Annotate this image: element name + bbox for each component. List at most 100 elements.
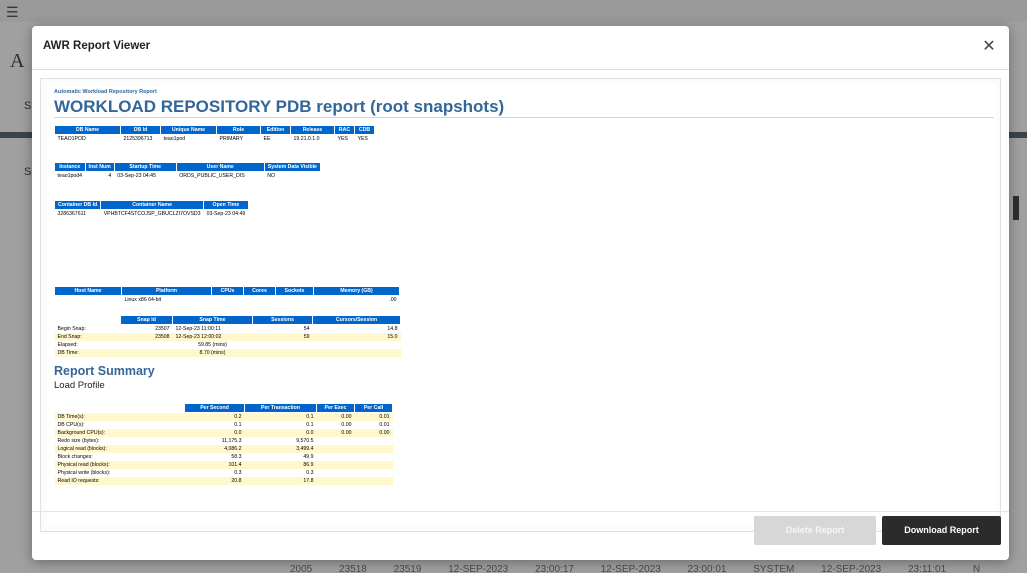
dialog-header-divider <box>32 69 1009 70</box>
column-header <box>54 403 185 413</box>
column-header: Memory (GB) <box>313 286 400 296</box>
table-row: Redo size (bytes): 11,175.3 9,570.5 <box>55 437 393 445</box>
table-cell: 0.2 <box>184 412 245 421</box>
table-cell: 0.1 <box>306 422 314 428</box>
table-row: Begin Snap: 23507 12-Sep-23 11:00:11 54 … <box>55 325 401 334</box>
table-row: DB Time: 8.70 (mins) <box>54 349 401 357</box>
table-cell: TEAO1POD <box>57 136 86 142</box>
table-cell <box>121 341 173 349</box>
table-cell: End Snap: <box>54 333 121 341</box>
table-cell: 0.00 <box>316 412 355 421</box>
column-header <box>54 315 121 325</box>
table-cell: DB CPU(s): <box>57 422 85 428</box>
column-header: Instance <box>54 162 86 172</box>
table-cell: 4,086.2 <box>184 445 245 453</box>
column-header: Per Transaction <box>244 403 317 413</box>
table-cell <box>55 296 122 305</box>
table-cell: Physical write (blocks): <box>57 470 111 476</box>
table-cell: 03-Sep-23 04:49 <box>206 211 246 217</box>
dialog-title: AWR Report Viewer <box>43 40 151 52</box>
table-cell: teao1pod <box>163 136 186 142</box>
table-row: Read IO requests: 20.8 17.8 <box>54 477 393 485</box>
table-row: Elapsed: 59.85 (mins) <box>55 341 401 349</box>
table-cell: 3,499.4 <box>244 445 317 453</box>
load-profile-heading: Load Profile <box>54 380 105 391</box>
table-cell: 9,570.5 <box>296 438 314 444</box>
column-header: System Data Visible <box>263 162 321 172</box>
delete-report-button[interactable]: Delete Report <box>754 516 876 545</box>
table-cell: 23508 <box>120 333 173 341</box>
table-row: Physical write (blocks): 0.3 0.3 <box>55 469 393 477</box>
db-info-table: DB Name DB Id Unique Name Role Edition R… <box>54 125 375 143</box>
table-cell: 14.8 <box>387 326 398 332</box>
table-cell: 101.4 <box>184 461 245 469</box>
table-cell: YES <box>357 136 368 142</box>
column-header: Startup Time <box>113 162 177 172</box>
column-header: Sockets <box>275 286 314 296</box>
column-header: Cores <box>243 286 276 296</box>
table-cell: 20.8 <box>184 477 245 485</box>
column-header: Platform <box>121 286 212 296</box>
column-header: Sessions <box>252 315 313 325</box>
table-cell: Redo size (bytes): <box>57 438 100 444</box>
column-header: Per Exec <box>316 403 355 413</box>
column-header: Release <box>290 125 335 135</box>
column-header: CPUs <box>211 286 244 296</box>
table-row: DB Time(s): 0.2 0.1 0.00 0.01 <box>54 412 393 421</box>
column-header: DB Name <box>54 125 121 135</box>
table-cell <box>316 477 355 485</box>
table-cell: 3286367611 <box>57 211 86 217</box>
container-table: Container DB Id Container Name Open Time… <box>53 200 249 218</box>
column-header: Container Name <box>100 200 205 210</box>
column-header: Per Call <box>354 403 393 413</box>
table-cell: 59.85 (mins) <box>198 342 227 348</box>
table-cell: 0.0 <box>184 429 245 437</box>
column-header: Per Second <box>184 403 245 413</box>
column-header: Edition <box>260 125 291 135</box>
table-cell <box>120 349 173 357</box>
column-header: Open Time <box>203 200 249 210</box>
column-header: RAC <box>334 125 355 135</box>
table-cell <box>312 349 401 357</box>
table-cell <box>355 437 393 445</box>
table-row: Block changes: 58.3 49.9 <box>55 453 393 461</box>
table-cell: DB Time: <box>54 349 121 357</box>
table-cell <box>317 453 355 461</box>
table-cell: Physical read (blocks): <box>54 461 185 469</box>
close-icon[interactable]: ✕ <box>979 37 999 57</box>
download-report-button[interactable]: Download Report <box>882 516 1001 545</box>
table-cell: 0.1 <box>234 422 242 428</box>
dialog-footer-divider <box>32 511 1009 512</box>
table-cell <box>212 296 244 305</box>
report-document: Automatic Workload Repository Report WOR… <box>46 83 996 527</box>
table-cell: .00 <box>389 297 397 303</box>
table-cell: Begin Snap: <box>57 326 86 332</box>
table-cell <box>355 469 393 477</box>
column-header: Container DB Id <box>53 200 102 210</box>
awr-report-dialog: AWR Report Viewer ✕ Automatic Workload R… <box>32 26 1009 560</box>
table-cell: 11,175.3 <box>221 438 242 444</box>
report-title-rule <box>54 117 994 118</box>
column-header: Unique Name <box>160 125 217 135</box>
report-small-title: Automatic Workload Repository Report <box>54 89 157 95</box>
table-cell: 0.1 <box>244 412 317 421</box>
table-cell: 12-Sep-23 12:00:02 <box>172 333 253 341</box>
table-cell <box>276 296 314 305</box>
table-cell: 0.3 <box>306 470 314 476</box>
column-header: Cursors/Session <box>312 315 401 325</box>
table-cell <box>354 461 393 469</box>
table-cell: VPHBTCF4STCOJSP_GBUCLZI7OVSD3 <box>103 211 201 217</box>
table-cell: 17.8 <box>244 477 317 485</box>
table-cell: 0.3 <box>234 470 242 476</box>
column-header: Snap Id <box>120 315 173 325</box>
table-cell: EE <box>263 136 271 142</box>
table-cell: 12-Sep-23 11:00:11 <box>175 326 221 332</box>
report-viewer-frame[interactable]: Automatic Workload Repository Report WOR… <box>40 78 1001 532</box>
table-cell: 0.01 <box>354 412 393 421</box>
snapshot-table: Snap Id Snap Time Sessions Cursors/Sessi… <box>54 315 401 357</box>
report-summary-heading: Report Summary <box>54 364 155 378</box>
table-row: Physical read (blocks): 101.4 86.9 <box>54 461 393 469</box>
table-cell <box>355 453 393 461</box>
table-cell: ORDS_PUBLIC_USER_DIS <box>179 173 245 179</box>
table-row: Background CPU(s): 0.0 0.0 0.00 0.00 <box>54 429 393 437</box>
